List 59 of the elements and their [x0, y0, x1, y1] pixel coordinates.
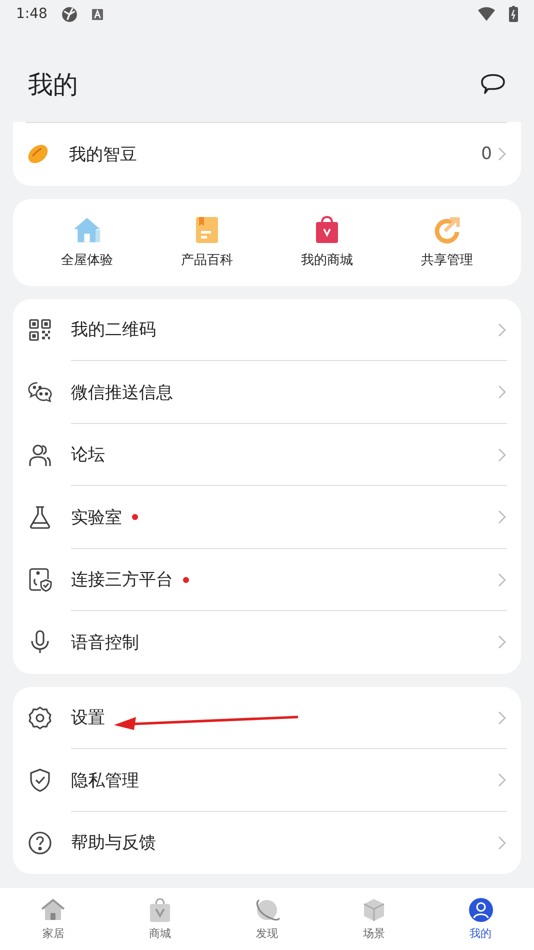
shortcut-item[interactable]: 共享管理: [397, 215, 497, 269]
share-arrow-icon: [432, 215, 462, 245]
menu-item[interactable]: 语音控制: [13, 611, 521, 674]
nav-tab[interactable]: 我的: [440, 897, 521, 941]
page-title: 我的: [28, 68, 78, 100]
shortcut-item[interactable]: 全屋体验: [37, 215, 137, 269]
menu-label: 论坛: [71, 444, 105, 466]
menu-item[interactable]: 微信推送信息: [13, 361, 521, 424]
nav-tab[interactable]: 发现: [226, 897, 307, 941]
menu-item[interactable]: 帮助与反馈: [13, 812, 521, 874]
beans-count: 0: [481, 144, 492, 164]
settings-icon: [28, 706, 52, 730]
menu-item[interactable]: 实验室: [13, 486, 521, 548]
menu-label: 连接三方平台: [71, 569, 173, 592]
shortcut-item[interactable]: 产品百科: [157, 215, 257, 269]
house-icon: [72, 215, 102, 245]
menu-label: 隐私管理: [71, 770, 139, 792]
menu-item[interactable]: 连接三方平台: [13, 548, 521, 611]
menu-label: 微信推送信息: [71, 382, 173, 404]
wifi-icon: [478, 6, 495, 22]
chevron-icon: [498, 147, 506, 162]
help-icon: [28, 830, 52, 855]
chevron-icon: [498, 836, 506, 850]
menu-label: 语音控制: [71, 632, 139, 654]
chevron-icon: [498, 322, 506, 337]
chevron-icon: [498, 773, 506, 788]
message-icon[interactable]: [480, 73, 506, 95]
menu-label: 设置: [71, 707, 105, 730]
menu-item[interactable]: 论坛: [13, 424, 521, 486]
menu-label: 帮助与反馈: [71, 832, 156, 854]
nav-tab[interactable]: 家居: [13, 897, 94, 941]
wechat-icon: [28, 380, 52, 404]
chevron-icon: [498, 572, 506, 587]
shortcut-item[interactable]: 我的商城: [277, 215, 377, 269]
home-icon: [40, 897, 66, 923]
person-icon: [468, 897, 494, 923]
microphone-icon: [28, 630, 52, 654]
chevron-icon: [498, 385, 506, 400]
chevron-icon: [498, 710, 506, 725]
chevron-icon: [498, 448, 506, 462]
device-shield-icon: [28, 568, 52, 592]
planet-icon: [254, 897, 280, 923]
menu-label: 我的二维码: [71, 319, 156, 342]
battery-icon: [509, 6, 518, 22]
chevron-icon: [498, 510, 506, 524]
menu-label: 我的智豆: [69, 144, 137, 166]
shield-check-icon: [28, 768, 52, 792]
nav-tab[interactable]: 商城: [120, 897, 200, 941]
menu-item[interactable]: 设置: [13, 686, 521, 749]
nav-tab[interactable]: 场景: [334, 897, 414, 941]
chevron-icon: [498, 635, 506, 650]
menu-item[interactable]: 隐私管理: [13, 749, 521, 812]
flask-icon: [28, 505, 52, 530]
menu-label: 实验室: [71, 506, 122, 529]
keyboard-icon: [92, 8, 104, 20]
qr-code-icon: [28, 318, 52, 342]
people-icon: [28, 442, 52, 467]
status-time: 1:48: [16, 6, 48, 22]
menu-item[interactable]: 我的二维码: [13, 298, 521, 361]
